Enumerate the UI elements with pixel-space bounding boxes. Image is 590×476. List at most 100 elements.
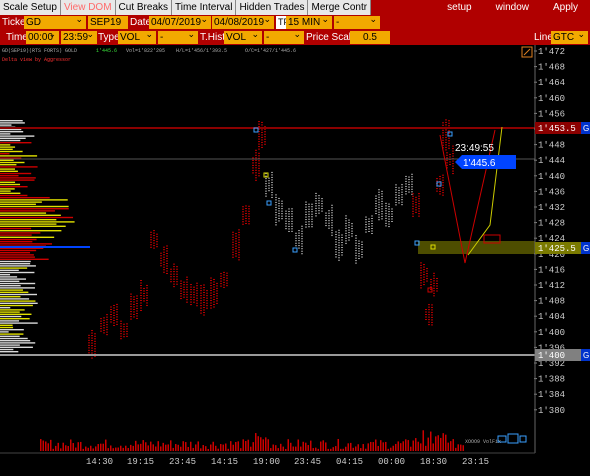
price-tick bbox=[338, 249, 340, 251]
price-tick bbox=[91, 352, 93, 354]
price-tick bbox=[452, 150, 454, 152]
price-tag-1425: 1'425.5 G bbox=[535, 242, 590, 254]
price-tick bbox=[255, 164, 257, 166]
price-tick bbox=[418, 205, 420, 207]
price-tick bbox=[285, 225, 287, 227]
price-tick bbox=[412, 198, 414, 200]
price-tick bbox=[120, 335, 122, 337]
price-tick bbox=[395, 191, 397, 193]
price-tick bbox=[163, 264, 165, 266]
price-tick bbox=[110, 316, 112, 318]
tab-cut-breaks[interactable]: Cut Breaks bbox=[115, 0, 173, 15]
y-tick-label: 1'448 bbox=[538, 141, 565, 151]
thist-extra-select[interactable]: - bbox=[264, 28, 304, 44]
price-tick bbox=[238, 244, 240, 246]
price-tick bbox=[213, 281, 215, 283]
apply-button[interactable]: Apply bbox=[541, 0, 590, 15]
price-tick bbox=[338, 234, 340, 236]
price-tick bbox=[261, 134, 263, 136]
price-tick bbox=[281, 200, 283, 202]
price-tick bbox=[150, 239, 152, 241]
price-chart[interactable]: GD(SEP19)(RTS FORTS) GOLD 1'445.6 Vol=1'… bbox=[0, 45, 590, 476]
price-tick bbox=[173, 268, 175, 270]
y-tick-label: 1'416 bbox=[538, 265, 565, 275]
price-tick bbox=[255, 179, 257, 181]
price-tick bbox=[375, 203, 377, 205]
date-from-field[interactable]: 04/07/2019 bbox=[149, 13, 211, 29]
price-tick bbox=[331, 229, 333, 231]
price-tick bbox=[433, 280, 435, 282]
price-tick bbox=[385, 222, 387, 224]
price-tick bbox=[173, 276, 175, 278]
price-tick bbox=[156, 241, 158, 243]
price-tick bbox=[170, 273, 172, 275]
x-tick-label: 23:45 bbox=[294, 457, 321, 467]
price-tick bbox=[173, 273, 175, 275]
price-tick bbox=[348, 219, 350, 221]
price-tick bbox=[186, 299, 188, 301]
volume-bar bbox=[62, 442, 64, 451]
profile-bar bbox=[0, 331, 9, 333]
setup-menu[interactable]: setup bbox=[435, 0, 483, 15]
price-tick bbox=[301, 225, 303, 227]
svg-text:G: G bbox=[583, 124, 589, 133]
profile-bar bbox=[0, 219, 57, 221]
tf-extra-select[interactable]: - bbox=[334, 13, 380, 29]
price-tick bbox=[331, 212, 333, 214]
tab-view-dom[interactable]: View DOM bbox=[60, 0, 116, 15]
volume-bar bbox=[122, 447, 124, 451]
price-tick bbox=[183, 291, 185, 293]
thist-select[interactable]: VOL bbox=[224, 28, 262, 44]
time-to-field[interactable]: 23:59 bbox=[61, 28, 97, 44]
tab-scale-setup[interactable]: Scale Setup bbox=[0, 0, 61, 15]
price-tick bbox=[355, 247, 357, 249]
volume-bar bbox=[210, 444, 212, 451]
profile-bar bbox=[0, 230, 62, 232]
volume-bar bbox=[90, 445, 92, 451]
price-tick bbox=[365, 219, 367, 221]
price-tick bbox=[200, 312, 202, 314]
price-tick bbox=[401, 194, 403, 196]
chart-header: GD(SEP19)(RTS FORTS) GOLD bbox=[2, 48, 77, 54]
price-scale-field[interactable]: 0.5 bbox=[350, 31, 390, 44]
price-tick bbox=[328, 222, 330, 224]
time-from-field[interactable]: 00:00 bbox=[26, 28, 59, 44]
profile-bar bbox=[0, 131, 24, 133]
price-tick bbox=[431, 304, 433, 306]
price-tick bbox=[255, 154, 257, 156]
price-tick bbox=[176, 281, 178, 283]
profile-bar bbox=[0, 267, 28, 269]
volume-bar bbox=[247, 439, 249, 451]
type-select[interactable]: VOL bbox=[118, 28, 156, 44]
price-tick bbox=[331, 219, 333, 221]
volume-bar bbox=[435, 436, 437, 451]
price-tick bbox=[433, 292, 435, 294]
tab-hidden-trades[interactable]: Hidden Trades bbox=[236, 0, 309, 15]
price-tick bbox=[361, 241, 363, 243]
price-tick bbox=[331, 232, 333, 234]
price-tick bbox=[223, 286, 225, 288]
price-tick bbox=[130, 318, 132, 320]
window-menu[interactable]: window bbox=[484, 0, 541, 15]
profile-bar bbox=[0, 155, 38, 157]
month-field[interactable]: SEP19 bbox=[88, 16, 128, 29]
price-tick bbox=[275, 196, 277, 198]
price-tick bbox=[196, 295, 198, 297]
volume-bar bbox=[92, 448, 94, 451]
tab-merge-contr[interactable]: Merge Contr bbox=[308, 0, 372, 15]
price-tick bbox=[411, 173, 413, 175]
volume-bar bbox=[450, 441, 452, 451]
price-tick bbox=[412, 210, 414, 212]
price-tick bbox=[341, 247, 343, 249]
type-extra-select[interactable]: - bbox=[158, 28, 198, 44]
date-to-field[interactable]: 04/08/2019 bbox=[212, 13, 274, 29]
volume-bar bbox=[160, 446, 162, 451]
price-tick bbox=[449, 163, 451, 165]
price-tick bbox=[426, 278, 428, 280]
line-select[interactable]: GTC bbox=[551, 28, 588, 44]
price-tick bbox=[439, 193, 441, 195]
volume-bar bbox=[87, 447, 89, 451]
price-tick bbox=[288, 220, 290, 222]
price-tick bbox=[305, 219, 307, 221]
price-tick bbox=[255, 159, 257, 161]
